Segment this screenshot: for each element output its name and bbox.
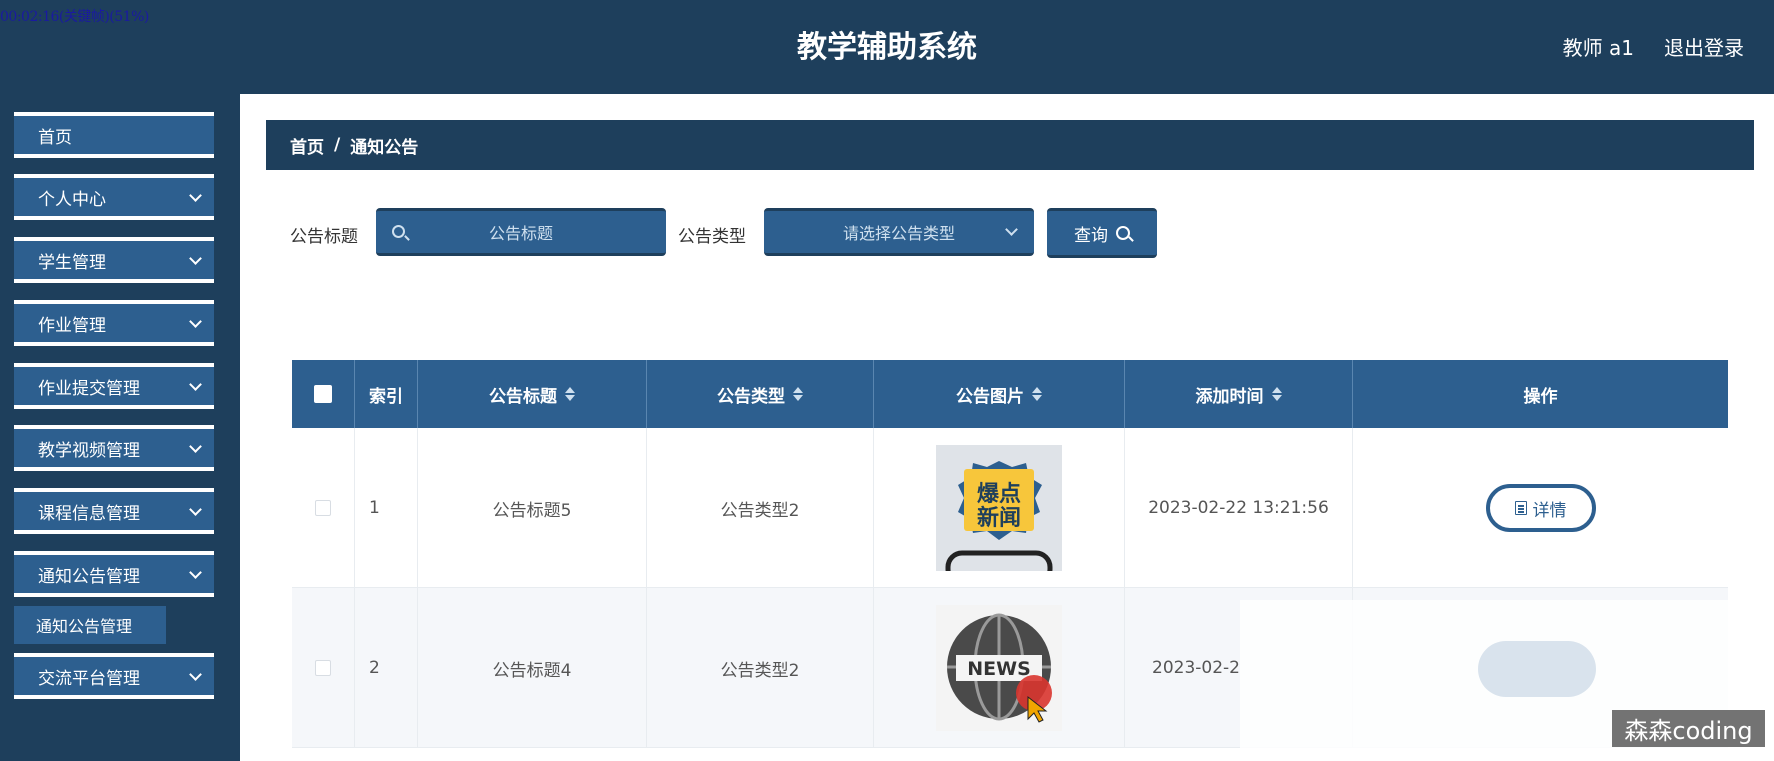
row-index: 2 — [355, 588, 418, 748]
chevron-down-icon — [1005, 223, 1018, 236]
col-actions-label: 操作 — [1523, 386, 1558, 407]
chevron-down-icon — [189, 252, 202, 265]
row-title: 公告标题5 — [418, 428, 647, 588]
breadcrumb-current: 通知公告 — [350, 137, 419, 158]
sidebar-item-home[interactable]: 首页 — [14, 112, 214, 158]
chevron-down-icon — [189, 566, 202, 579]
sidebar-item-label: 教学视频管理 — [38, 440, 140, 461]
title-search-input[interactable]: 公告标题 — [376, 208, 666, 256]
col-type[interactable]: 公告类型 — [647, 360, 874, 428]
row-image-cell: 爆点 新闻 — [874, 428, 1125, 588]
row-select-cell — [292, 588, 355, 748]
title-search-placeholder: 公告标题 — [488, 224, 553, 243]
breadcrumb: 首页 / 通知公告 — [266, 120, 1754, 170]
sort-icon[interactable] — [1032, 387, 1042, 401]
type-select-placeholder: 请选择公告类型 — [842, 224, 955, 243]
col-image-label: 公告图片 — [956, 386, 1024, 407]
sidebar: 首页 个人中心 学生管理 作业管理 作业提交管理 教学视频管理 课程信息管理 通… — [0, 94, 240, 761]
sidebar-item-homework-management[interactable]: 作业管理 — [14, 300, 214, 346]
search-icon — [1116, 226, 1130, 240]
detail-button-label: 详情 — [1532, 500, 1567, 521]
type-select[interactable]: 请选择公告类型 — [764, 208, 1034, 256]
sort-icon[interactable] — [1271, 387, 1282, 401]
row-actions: 详情 — [1353, 428, 1728, 588]
watermark: 森森coding — [1612, 710, 1765, 747]
sidebar-item-student-management[interactable]: 学生管理 — [14, 237, 214, 283]
notice-image-explosive-news[interactable]: 爆点 新闻 — [936, 445, 1062, 571]
sidebar-item-personal-center[interactable]: 个人中心 — [14, 174, 214, 220]
row-checkbox[interactable] — [315, 660, 331, 676]
row-select-cell — [292, 428, 355, 588]
sort-icon[interactable] — [793, 387, 803, 401]
sidebar-item-label: 首页 — [38, 127, 72, 148]
breadcrumb-home[interactable]: 首页 — [290, 133, 324, 158]
row-title: 公告标题4 — [418, 588, 647, 748]
col-index: 索引 — [355, 360, 418, 428]
search-icon — [392, 225, 405, 238]
sidebar-item-label: 交流平台管理 — [38, 668, 140, 689]
chevron-down-icon — [189, 440, 202, 453]
col-index-label: 索引 — [369, 386, 403, 407]
chevron-down-icon — [189, 315, 202, 328]
sidebar-item-teaching-video[interactable]: 教学视频管理 — [14, 425, 214, 471]
detail-button[interactable]: 详情 — [1485, 484, 1596, 532]
app-title: 教学辅助系统 — [797, 30, 977, 65]
document-icon — [1514, 501, 1527, 515]
logout-link[interactable]: 退出登录 — [1664, 32, 1744, 61]
row-type: 公告类型2 — [647, 428, 874, 588]
sort-icon[interactable] — [565, 387, 575, 401]
current-user[interactable]: 教师 a1 — [1563, 32, 1634, 61]
col-type-label: 公告类型 — [717, 386, 785, 407]
sidebar-item-course-info[interactable]: 课程信息管理 — [14, 488, 214, 534]
sidebar-item-exchange-platform[interactable]: 交流平台管理 — [14, 653, 214, 699]
notice-image-text-1: 爆点 — [977, 481, 1021, 507]
table-header: 索引 公告标题 公告类型 公告图片 添加时间 操作 — [292, 360, 1728, 428]
sidebar-item-label: 通知公告管理 — [38, 566, 140, 587]
top-header: 00:02:16(关键帧)(51%) 教学辅助系统 教师 a1 退出登录 — [0, 0, 1774, 94]
sidebar-item-label: 学生管理 — [38, 252, 106, 273]
submenu-item-notice-management[interactable]: 通知公告管理 — [14, 606, 166, 644]
sidebar-item-label: 课程信息管理 — [38, 503, 140, 524]
col-title-label: 公告标题 — [489, 386, 557, 407]
row-image-cell: NEWS — [874, 588, 1125, 748]
detail-button-blurred[interactable] — [1478, 641, 1596, 697]
row-time: 2023-02-22 13:21:56 — [1125, 428, 1353, 588]
sidebar-item-label: 作业提交管理 — [38, 378, 140, 399]
notice-image-news-text: NEWS — [967, 658, 1031, 680]
select-all-cell — [292, 360, 355, 428]
title-filter-label: 公告标题 — [290, 227, 358, 247]
chevron-down-icon — [189, 378, 202, 391]
sidebar-item-label: 个人中心 — [38, 189, 106, 210]
col-title[interactable]: 公告标题 — [418, 360, 647, 428]
breadcrumb-separator: / — [334, 135, 341, 155]
col-time-label: 添加时间 — [1195, 386, 1264, 407]
query-button-label: 查询 — [1074, 225, 1108, 246]
col-image[interactable]: 公告图片 — [874, 360, 1125, 428]
notice-image-text-2: 新闻 — [977, 505, 1021, 531]
col-time[interactable]: 添加时间 — [1125, 360, 1353, 428]
query-button[interactable]: 查询 — [1047, 208, 1157, 258]
table-row: 1 公告标题5 公告类型2 爆点 新闻 2023-02-22 13:21:56 … — [292, 428, 1728, 588]
row-type: 公告类型2 — [647, 588, 874, 748]
row-index: 1 — [355, 428, 418, 588]
chevron-down-icon — [189, 503, 202, 516]
sidebar-item-label: 作业管理 — [38, 315, 106, 336]
chevron-down-icon — [189, 668, 202, 681]
row-checkbox[interactable] — [315, 500, 331, 516]
col-actions: 操作 — [1353, 360, 1728, 428]
select-all-checkbox[interactable] — [314, 385, 332, 403]
type-filter-label: 公告类型 — [678, 227, 746, 247]
sidebar-item-notice-management[interactable]: 通知公告管理 — [14, 551, 214, 597]
chevron-down-icon — [189, 189, 202, 202]
notice-image-news-globe[interactable]: NEWS — [936, 605, 1062, 731]
sidebar-item-homework-submission[interactable]: 作业提交管理 — [14, 363, 214, 409]
